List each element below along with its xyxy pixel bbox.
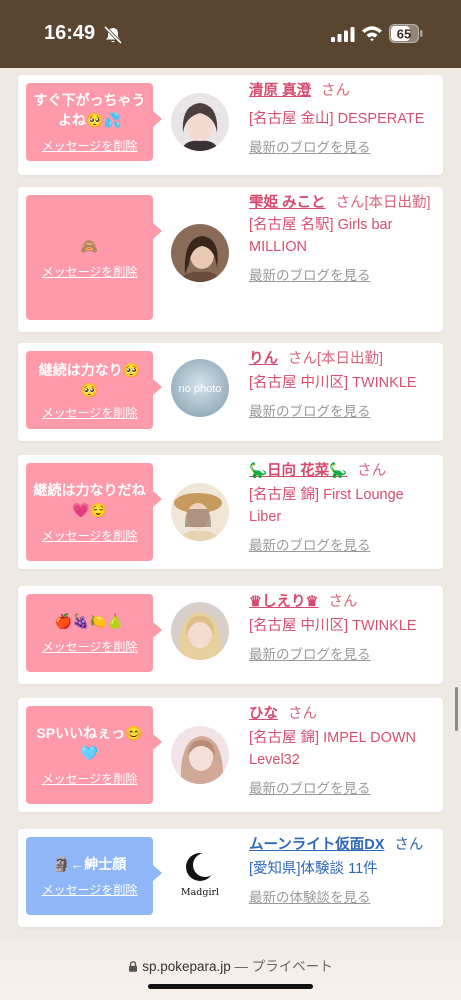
latest-blog-link[interactable]: 最新のブログを見る (249, 643, 371, 663)
battery-level: 65 (397, 27, 411, 42)
message-text: 🗿←紳士顔 (52, 856, 127, 872)
message-bubble: すぐ下がっちゃうよね🥺💦 メッセージを削除 (26, 83, 162, 161)
message-bubble: 🗿←紳士顔 メッセージを削除 (26, 837, 162, 915)
shop-info: [名古屋 名駅] Girls bar MILLION (249, 217, 393, 255)
cast-info: 雫姫 みこと さん[本日出勤] [名古屋 名駅] Girls bar MILLIO… (249, 192, 437, 285)
latest-review-link[interactable]: 最新の体験談を見る (249, 886, 371, 906)
url-domain: sp.pokepara.jp (142, 959, 231, 974)
private-mode-label: プライベート (251, 959, 333, 974)
svg-text:no photo: no photo (179, 383, 222, 395)
latest-blog-link[interactable]: 最新のブログを見る (249, 777, 371, 797)
message-card: 🗿←紳士顔 メッセージを削除 Madgirl ムーンライト仮面DX さん [愛知県… (18, 829, 443, 927)
shop-info: [名古屋 錦] IMPEL DOWN Level32 (249, 730, 417, 768)
battery-icon: 65 (389, 24, 423, 43)
message-text: 継続は力なりだね💗😌 (33, 482, 146, 518)
message-bubble: 継続は力なりだね💗😌 メッセージを削除 (26, 463, 162, 561)
url-display[interactable]: sp.pokepara.jp — プライベート (0, 955, 461, 975)
cast-info: ひな さん [名古屋 錦] IMPEL DOWN Level32 最新のブログを見… (249, 703, 437, 798)
message-list: すぐ下がっちゃうよね🥺💦 メッセージを削除 清原 真澄 さん [名古屋 金山] D… (0, 68, 461, 938)
message-text: すぐ下がっちゃうよね🥺💦 (33, 92, 146, 128)
reviewer-info: ムーンライト仮面DX さん [愛知県]体験談 11件 最新の体験談を見る (249, 834, 437, 907)
address-bar[interactable]: sp.pokepara.jp — プライベート (0, 938, 461, 1000)
cast-name-link[interactable]: りん (249, 351, 278, 367)
cast-name-link[interactable]: 🦕日向 花菜🦕 (249, 463, 347, 479)
url-separator: — (234, 959, 249, 974)
message-card: SPいいねぇっ😊🩵 メッセージを削除 ひな さん [名古屋 錦] IMPEL DO… (18, 698, 443, 812)
cast-name-link[interactable]: ♛しえり♛ (249, 594, 319, 610)
avatar[interactable] (171, 483, 229, 541)
avatar[interactable] (171, 602, 229, 660)
shop-logo[interactable]: Madgirl (171, 845, 229, 903)
message-bubble: 🙈 メッセージを削除 (26, 195, 162, 320)
avatar[interactable] (171, 224, 229, 282)
review-count: [愛知県]体験談 11件 (249, 861, 378, 877)
honorific: さん (288, 706, 317, 722)
delete-message-link[interactable]: メッセージを削除 (42, 137, 138, 154)
delete-message-link[interactable]: メッセージを削除 (42, 527, 138, 544)
status-bar: 16:49 65 (0, 0, 461, 68)
latest-blog-link[interactable]: 最新のブログを見る (249, 264, 371, 284)
signal-icon (331, 27, 355, 42)
message-text: 継続は力なり🥺🥺 (38, 361, 141, 398)
cast-info: 清原 真澄 さん [名古屋 金山] DESPERATE 最新のブログを見る (249, 80, 437, 157)
avatar[interactable] (171, 726, 229, 784)
message-text: 🙈 (80, 237, 99, 254)
cast-name-link[interactable]: 清原 真澄 (249, 83, 311, 99)
message-text: SPいいねぇっ😊🩵 (36, 725, 143, 761)
home-indicator[interactable] (148, 984, 313, 989)
message-card: 継続は力なりだね💗😌 メッセージを削除 🦕日向 花菜🦕 さん [名古屋 錦] Fi… (18, 455, 443, 569)
cast-info: りん さん[本日出勤] [名古屋 中川区] TWINKLE 最新のブログを見る (249, 348, 437, 421)
message-bubble: SPいいねぇっ😊🩵 メッセージを削除 (26, 706, 162, 804)
delete-message-link[interactable]: メッセージを削除 (42, 770, 138, 787)
svg-text:Madgirl: Madgirl (181, 887, 219, 898)
wifi-icon (362, 26, 382, 42)
honorific: さん (394, 837, 424, 853)
honorific: さん (321, 83, 351, 99)
message-card: 継続は力なり🥺🥺 メッセージを削除 no photo りん さん[本日出勤] [名… (18, 343, 443, 441)
message-bubble: 継続は力なり🥺🥺 メッセージを削除 (26, 351, 162, 429)
message-text: 🍎🍇🍋🍐 (54, 613, 125, 629)
status-time: 16:49 (44, 22, 96, 44)
delete-message-link[interactable]: メッセージを削除 (42, 404, 138, 421)
shop-info: [名古屋 金山] DESPERATE (249, 111, 425, 127)
lock-icon (129, 961, 138, 972)
shop-info: [名古屋 中川区] TWINKLE (249, 618, 417, 634)
latest-blog-link[interactable]: 最新のブログを見る (249, 534, 371, 554)
message-card: 🍎🍇🍋🍐 メッセージを削除 ♛しえり♛ さん [名古屋 中川区] TWINKLE … (18, 586, 443, 684)
avatar-no-photo[interactable]: no photo (171, 359, 229, 417)
shop-info: [名古屋 錦] First Lounge Liber (249, 487, 404, 525)
message-card: すぐ下がっちゃうよね🥺💦 メッセージを削除 清原 真澄 さん [名古屋 金山] D… (18, 75, 443, 175)
cast-name-link[interactable]: 雫姫 みこと (249, 195, 326, 211)
message-card: 🙈 メッセージを削除 雫姫 みこと さん[本日出勤] [名古屋 名駅] Girls… (18, 187, 443, 332)
shop-info: [名古屋 中川区] TWINKLE (249, 375, 417, 391)
honorific: さん (328, 594, 358, 610)
reviewer-name-link[interactable]: ムーンライト仮面DX (249, 837, 384, 853)
delete-message-link[interactable]: メッセージを削除 (42, 638, 138, 655)
honorific: さん[本日出勤] (288, 351, 384, 367)
honorific: さん (357, 463, 387, 479)
cast-info: 🦕日向 花菜🦕 さん [名古屋 錦] First Lounge Liber 最新の… (249, 460, 437, 555)
message-bubble: 🍎🍇🍋🍐 メッセージを削除 (26, 594, 162, 672)
honorific: さん[本日出勤] (335, 195, 431, 211)
scrollbar[interactable] (455, 687, 458, 731)
delete-message-link[interactable]: メッセージを削除 (42, 881, 138, 898)
cast-name-link[interactable]: ひな (249, 706, 278, 722)
cast-info: ♛しえり♛ さん [名古屋 中川区] TWINKLE 最新のブログを見る (249, 591, 437, 664)
latest-blog-link[interactable]: 最新のブログを見る (249, 136, 371, 156)
latest-blog-link[interactable]: 最新のブログを見る (249, 400, 371, 420)
delete-message-link[interactable]: メッセージを削除 (42, 263, 138, 280)
avatar[interactable] (171, 93, 229, 151)
bell-muted-icon (103, 26, 123, 44)
